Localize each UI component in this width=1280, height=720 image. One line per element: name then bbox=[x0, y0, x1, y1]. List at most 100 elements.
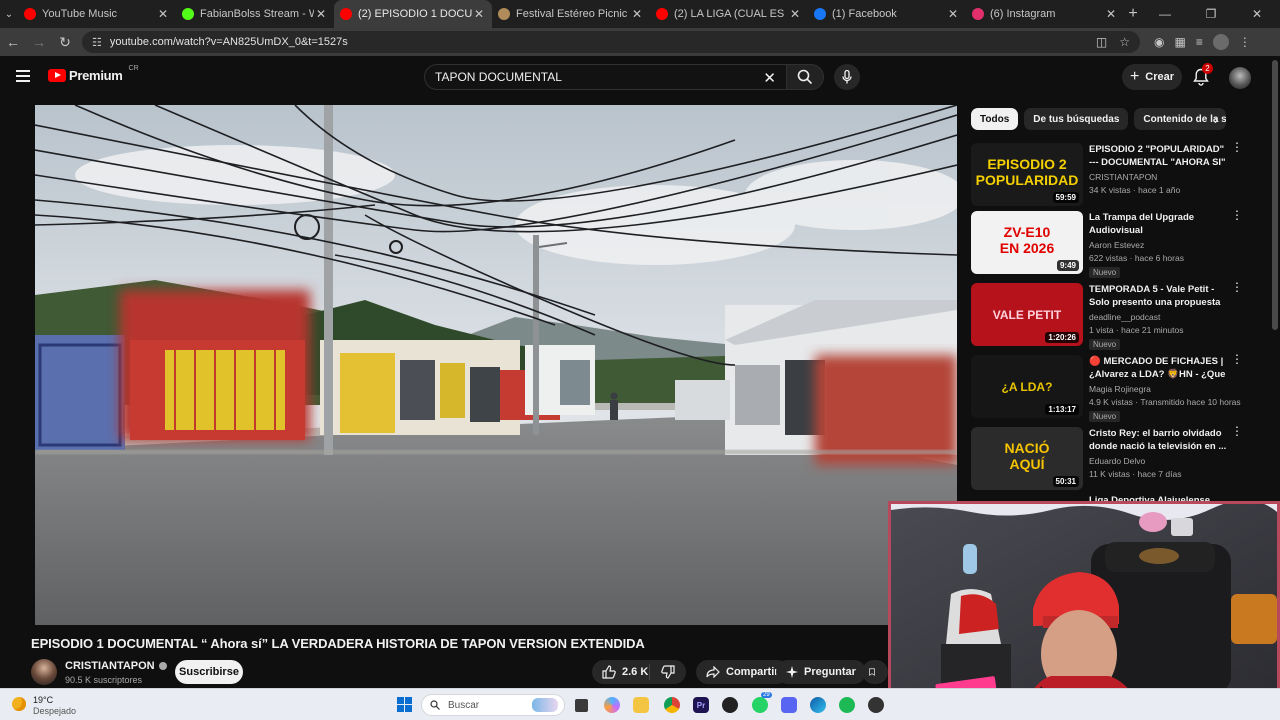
recommendation-channel[interactable]: deadline__podcast bbox=[1089, 312, 1160, 322]
close-tab-icon[interactable]: ✕ bbox=[472, 7, 486, 21]
subscribe-button[interactable]: Suscribirse bbox=[175, 660, 243, 684]
bookmark-star-icon[interactable]: ☆ bbox=[1119, 35, 1130, 49]
extension-icon[interactable]: ◉ bbox=[1154, 35, 1164, 49]
extensions-puzzle-icon[interactable]: ▦ bbox=[1174, 35, 1185, 49]
create-button[interactable]: + Crear bbox=[1122, 64, 1182, 90]
restore-icon[interactable]: ❐ bbox=[1188, 7, 1234, 21]
close-tab-icon[interactable]: ✕ bbox=[314, 7, 328, 21]
ask-button[interactable]: Preguntar bbox=[776, 660, 866, 684]
video-player[interactable] bbox=[35, 105, 957, 625]
recommendation-channel[interactable]: Aaron Estevez bbox=[1089, 240, 1144, 250]
account-avatar[interactable] bbox=[1229, 67, 1251, 89]
whatsapp-icon[interactable] bbox=[752, 697, 768, 713]
recommendation-thumbnail[interactable]: NACIÓ AQUÍ 50:31 bbox=[971, 427, 1083, 490]
site-info-icon[interactable]: ☷ bbox=[92, 36, 102, 49]
recommendation-title[interactable]: La Trampa del Upgrade Audiovisual bbox=[1089, 211, 1229, 237]
discord-icon[interactable] bbox=[781, 697, 797, 713]
taskbar-search-input[interactable]: Buscar bbox=[421, 694, 565, 716]
close-tab-icon[interactable]: ✕ bbox=[946, 7, 960, 21]
forward-icon[interactable]: → bbox=[26, 34, 52, 50]
recommendation-thumbnail[interactable]: ¿A LDA? 1:13:17 bbox=[971, 355, 1083, 418]
back-icon[interactable]: ← bbox=[0, 34, 26, 50]
chevron-right-icon[interactable]: › bbox=[1214, 112, 1218, 127]
like-button[interactable]: 2.6 K bbox=[592, 664, 650, 680]
recommendation-item[interactable]: VALE PETIT 1:20:26 TEMPORADA 5 - Vale Peti… bbox=[971, 281, 1249, 350]
dislike-button[interactable] bbox=[650, 665, 686, 679]
task-view-icon[interactable] bbox=[575, 699, 588, 712]
verified-icon bbox=[158, 662, 167, 670]
more-options-icon[interactable]: ⋮ bbox=[1231, 425, 1243, 437]
recommendation-item[interactable]: NACIÓ AQUÍ 50:31 Cristo Rey: el barrio olvi… bbox=[971, 425, 1249, 491]
browser-tab-instagram[interactable]: (6) Instagram ✕ bbox=[966, 0, 1124, 28]
new-tab-button[interactable]: + bbox=[1124, 5, 1142, 23]
browser-menu-icon[interactable]: ⋮ bbox=[1239, 35, 1251, 49]
share-button[interactable]: Compartir bbox=[696, 660, 789, 684]
close-tab-icon[interactable]: ✕ bbox=[156, 7, 170, 21]
browser-tab-facebook[interactable]: (1) Facebook ✕ bbox=[808, 0, 966, 28]
close-tab-icon[interactable]: ✕ bbox=[1104, 7, 1118, 21]
reload-icon[interactable]: ↻ bbox=[52, 34, 78, 51]
windows-start-icon[interactable] bbox=[397, 697, 412, 712]
app-icon[interactable] bbox=[868, 697, 884, 713]
edge-icon[interactable] bbox=[810, 697, 826, 713]
more-options-icon[interactable]: ⋮ bbox=[1231, 281, 1243, 293]
search-button[interactable] bbox=[786, 64, 824, 90]
more-options-icon[interactable]: ⋮ bbox=[1231, 353, 1243, 365]
new-badge: Nuevo bbox=[1089, 411, 1121, 422]
media-control-icon[interactable]: ≡ bbox=[1196, 35, 1203, 49]
scrollbar[interactable] bbox=[1272, 60, 1278, 330]
save-button[interactable] bbox=[862, 660, 888, 684]
recommendation-title[interactable]: Cristo Rey: el barrio olvidado donde nac… bbox=[1089, 427, 1229, 453]
menu-hamburger-icon[interactable] bbox=[16, 70, 30, 82]
video-duration: 1:13:17 bbox=[1045, 404, 1079, 415]
recommendation-thumbnail[interactable]: VALE PETIT 1:20:26 bbox=[971, 283, 1083, 346]
close-tab-icon[interactable]: ✕ bbox=[630, 7, 644, 21]
browser-tab-youtube[interactable]: (2) LA LIGA (CUAL ES EL EQUIPO✕ bbox=[650, 0, 808, 28]
clear-search-icon[interactable]: ✕ bbox=[763, 69, 776, 87]
youtube-premium-logo[interactable]: Premium CR bbox=[48, 65, 139, 83]
channel-avatar[interactable] bbox=[31, 659, 57, 685]
youtube-music-icon bbox=[24, 8, 36, 20]
spotify-icon[interactable] bbox=[839, 697, 855, 713]
browser-tab-globe[interactable]: Festival Estéreo Picnic Bogotá 2✕ bbox=[492, 0, 650, 28]
recommendation-title[interactable]: 🔴 MERCADO DE FICHAJES | ¿Alvarez a LDA? … bbox=[1089, 355, 1229, 382]
search-input[interactable]: TAPON DOCUMENTAL ✕ bbox=[424, 64, 787, 90]
more-options-icon[interactable]: ⋮ bbox=[1231, 141, 1243, 153]
chrome-icon[interactable] bbox=[664, 697, 680, 713]
voice-search-button[interactable] bbox=[834, 64, 860, 90]
obs-icon[interactable] bbox=[722, 697, 738, 713]
weather-moon-icon[interactable] bbox=[12, 697, 26, 711]
tab-search-chevron-icon[interactable]: ⌄ bbox=[0, 0, 18, 28]
chip-series[interactable]: Contenido de la ser bbox=[1134, 108, 1227, 130]
logo-text: Premium bbox=[69, 68, 123, 83]
recommendation-item[interactable]: ZV-E10 EN 2026 9:49 La Trampa del Upgrade A… bbox=[971, 209, 1249, 278]
recommendation-channel[interactable]: Magia Rojinegra bbox=[1089, 384, 1151, 394]
profile-avatar[interactable] bbox=[1212, 34, 1229, 50]
minimize-icon[interactable]: — bbox=[1142, 7, 1188, 21]
browser-tab-youtube-music[interactable]: YouTube Music ✕ bbox=[18, 0, 176, 28]
browser-tab-kick[interactable]: FabianBolss Stream - Watch Live✕ bbox=[176, 0, 334, 28]
close-tab-icon[interactable]: ✕ bbox=[788, 7, 802, 21]
file-explorer-icon[interactable] bbox=[633, 697, 649, 713]
install-app-icon[interactable]: ◫ bbox=[1096, 35, 1107, 49]
recommendation-channel[interactable]: Eduardo Delvo bbox=[1089, 456, 1145, 466]
browser-tab-youtube[interactable]: (2) EPISODIO 1 DOCUMENTAL✕ bbox=[334, 0, 492, 28]
url-field[interactable]: ☷ youtube.com/watch?v=AN825UmDX_0&t=1527… bbox=[82, 31, 1140, 53]
recommendation-item[interactable]: EPISODIO 2 POPULARIDAD 59:59 EPISODIO 2 "PO… bbox=[971, 141, 1249, 207]
recommendation-thumbnail[interactable]: EPISODIO 2 POPULARIDAD 59:59 bbox=[971, 143, 1083, 206]
recommendation-item[interactable]: ¿A LDA? 1:13:17 🔴 MERCADO DE FICHAJES | ¿A… bbox=[971, 353, 1249, 422]
microphone-icon bbox=[842, 70, 852, 84]
recommendation-title[interactable]: EPISODIO 2 "POPULARIDAD" --- DOCUMENTAL … bbox=[1089, 143, 1229, 170]
recommendation-title[interactable]: TEMPORADA 5 - Vale Petit - Solo presento… bbox=[1089, 283, 1229, 310]
premiere-icon[interactable]: Pr bbox=[693, 697, 709, 713]
copilot-icon[interactable] bbox=[604, 697, 620, 713]
webcam-frame bbox=[891, 504, 1277, 717]
more-options-icon[interactable]: ⋮ bbox=[1231, 209, 1243, 221]
chip-todos[interactable]: Todos bbox=[971, 108, 1019, 130]
recommendation-thumbnail[interactable]: ZV-E10 EN 2026 9:49 bbox=[971, 211, 1083, 274]
close-window-icon[interactable]: ✕ bbox=[1234, 7, 1280, 21]
tab-title: Festival Estéreo Picnic Bogotá 2 bbox=[516, 8, 630, 20]
chip-searches[interactable]: De tus búsquedas bbox=[1024, 108, 1129, 130]
channel-name[interactable]: CRISTIANTAPON bbox=[65, 660, 167, 672]
recommendation-channel[interactable]: CRISTIANTAPON bbox=[1089, 172, 1157, 182]
